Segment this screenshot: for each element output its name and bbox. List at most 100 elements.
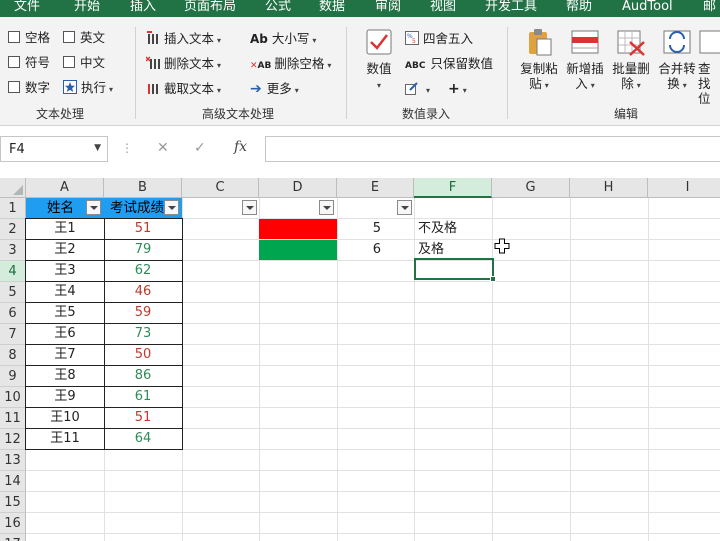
student-name[interactable]: 王4 — [26, 282, 104, 303]
row-header-17[interactable]: 17 — [0, 534, 26, 541]
case-button[interactable]: Ab 大小写 ▾ — [250, 29, 316, 49]
row-header-6[interactable]: 6 — [0, 303, 26, 324]
column-header-i[interactable]: I — [648, 178, 720, 198]
row-header-11[interactable]: 11 — [0, 408, 26, 429]
student-name[interactable]: 王5 — [26, 303, 104, 324]
student-score[interactable]: 62 — [104, 261, 182, 282]
legend-code[interactable]: 6 — [337, 240, 381, 261]
filter-dropdown-icon[interactable] — [86, 200, 101, 215]
column-header-f[interactable]: F — [414, 178, 492, 198]
cancel-icon[interactable]: ✕ — [157, 140, 169, 156]
student-score[interactable]: 86 — [104, 366, 182, 387]
student-score[interactable]: 64 — [104, 429, 182, 450]
select-all-button[interactable] — [0, 178, 26, 198]
insert-text-button[interactable]: 插入文本 ▾ — [146, 29, 221, 49]
row-header-2[interactable]: 2 — [0, 219, 26, 240]
checkbox-icon[interactable] — [8, 81, 20, 93]
row-header-3[interactable]: 3 — [0, 240, 26, 261]
checkbox-icon[interactable] — [63, 31, 75, 43]
resize-handle-icon[interactable]: ⋮ — [121, 141, 133, 155]
row-header-16[interactable]: 16 — [0, 513, 26, 534]
student-name[interactable]: 王11 — [26, 429, 104, 450]
row-header-14[interactable]: 14 — [0, 471, 26, 492]
row-header-12[interactable]: 12 — [0, 429, 26, 450]
active-cell-selection[interactable] — [414, 258, 494, 280]
student-score[interactable]: 79 — [104, 240, 182, 261]
fill-red-swatch[interactable] — [259, 219, 337, 239]
column-header-g[interactable]: G — [492, 178, 570, 198]
student-score[interactable]: 46 — [104, 282, 182, 303]
edit-icon[interactable] — [405, 81, 419, 95]
row-header-15[interactable]: 15 — [0, 492, 26, 513]
student-name[interactable]: 王10 — [26, 408, 104, 429]
student-name[interactable]: 王1 — [26, 219, 104, 240]
menu-developer[interactable]: 开发工具 — [485, 0, 537, 17]
option-number[interactable]: 数字 — [8, 79, 50, 97]
menu-review[interactable]: 审阅 — [375, 0, 401, 17]
student-score[interactable]: 59 — [104, 303, 182, 324]
filter-dropdown-icon[interactable] — [242, 200, 257, 215]
checkbox-icon[interactable] — [63, 56, 75, 68]
column-header-e[interactable]: E — [337, 178, 414, 198]
option-symbol[interactable]: 符号 — [8, 54, 50, 72]
student-score[interactable]: 51 — [104, 408, 182, 429]
menu-file[interactable]: 文件 — [14, 0, 40, 17]
menu-formulas[interactable]: 公式 — [265, 0, 291, 17]
row-header-4[interactable]: 4 — [0, 261, 26, 282]
row-header-1[interactable]: 1 — [0, 198, 26, 219]
option-english[interactable]: 英文 — [63, 29, 105, 47]
student-name[interactable]: 王7 — [26, 345, 104, 366]
column-header-h[interactable]: H — [570, 178, 648, 198]
option-space[interactable]: 空格 — [8, 29, 50, 47]
insert-new-button[interactable]: 新增插 入 ▾ — [560, 27, 610, 93]
menu-mail[interactable]: 邮 — [703, 0, 716, 17]
student-name[interactable]: 王2 — [26, 240, 104, 261]
filter-dropdown-icon[interactable] — [164, 200, 179, 215]
menu-view[interactable]: 视图 — [430, 0, 456, 17]
menu-page-layout[interactable]: 页面布局 — [184, 0, 236, 17]
menu-audtool[interactable]: AudTool — [622, 0, 673, 17]
row-header-5[interactable]: 5 — [0, 282, 26, 303]
row-header-13[interactable]: 13 — [0, 450, 26, 471]
student-score[interactable]: 73 — [104, 324, 182, 345]
value-button[interactable]: 数值 ▾ — [354, 27, 404, 93]
option-chinese[interactable]: 中文 — [63, 54, 105, 72]
column-header-a[interactable]: A — [26, 178, 104, 198]
student-score[interactable]: 51 — [104, 219, 182, 240]
formula-input[interactable] — [265, 136, 720, 162]
chevron-down-icon[interactable]: ▼ — [94, 143, 101, 153]
copy-paste-button[interactable]: 复制粘 贴 ▾ — [514, 27, 564, 93]
insert-function-icon[interactable]: fx — [234, 139, 247, 155]
delete-spaces-button[interactable]: ✕AB 删除空格 ▾ — [250, 54, 331, 74]
student-name[interactable]: 王3 — [26, 261, 104, 282]
find-locate-button[interactable]: 查找 位 — [698, 27, 720, 106]
student-name[interactable]: 王6 — [26, 324, 104, 345]
filter-dropdown-icon[interactable] — [397, 200, 412, 215]
column-header-b[interactable]: B — [104, 178, 182, 198]
checkbox-icon[interactable] — [8, 56, 20, 68]
confirm-icon[interactable]: ✓ — [194, 140, 206, 156]
row-header-7[interactable]: 7 — [0, 324, 26, 345]
delete-text-button[interactable]: 删除文本 ▾ — [146, 54, 221, 74]
more-button[interactable]: ➔ 更多 ▾ — [250, 79, 299, 99]
fill-green-swatch[interactable] — [259, 240, 337, 260]
menu-insert[interactable]: 插入 — [130, 0, 156, 17]
fill-handle[interactable] — [490, 276, 496, 282]
filter-dropdown-icon[interactable] — [319, 200, 334, 215]
round-button[interactable]: % 5 四舍五入 — [405, 29, 473, 49]
merge-convert-button[interactable]: 合并转 换 ▾ — [652, 27, 702, 93]
menu-help[interactable]: 帮助 — [566, 0, 592, 17]
extract-text-button[interactable]: 截取文本 ▾ — [146, 79, 221, 99]
legend-label[interactable]: 不及格 — [418, 219, 492, 240]
menu-data[interactable]: 数据 — [319, 0, 345, 17]
name-box[interactable]: F4 ▼ — [0, 136, 108, 162]
plus-icon[interactable]: + — [448, 81, 460, 97]
student-name[interactable]: 王9 — [26, 387, 104, 408]
row-header-10[interactable]: 10 — [0, 387, 26, 408]
legend-code[interactable]: 5 — [337, 219, 381, 240]
student-score[interactable]: 61 — [104, 387, 182, 408]
student-name[interactable]: 王8 — [26, 366, 104, 387]
chevron-down-icon[interactable]: ▾ — [426, 86, 430, 95]
row-header-9[interactable]: 9 — [0, 366, 26, 387]
keep-values-button[interactable]: ABC 只保留数值 — [405, 54, 493, 74]
